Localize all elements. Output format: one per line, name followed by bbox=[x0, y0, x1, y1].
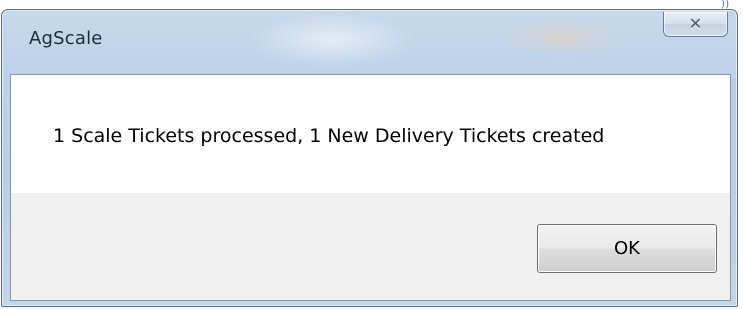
message-text: 1 Scale Tickets processed, 1 New Deliver… bbox=[53, 125, 605, 147]
dialog-client-area: 1 Scale Tickets processed, 1 New Deliver… bbox=[10, 74, 731, 301]
message-dialog: AgScale ✕ 1 Scale Tickets processed, 1 N… bbox=[1, 9, 738, 307]
close-button[interactable]: ✕ bbox=[663, 12, 728, 37]
ok-button[interactable]: OK bbox=[537, 224, 717, 273]
button-area: OK bbox=[11, 193, 730, 300]
screen: )) AgScale ✕ 1 Scale Tickets processed, … bbox=[0, 0, 743, 309]
title-bar[interactable]: AgScale ✕ bbox=[2, 10, 737, 73]
close-icon: ✕ bbox=[688, 14, 703, 33]
window-title: AgScale bbox=[29, 28, 103, 49]
message-area: 1 Scale Tickets processed, 1 New Deliver… bbox=[11, 75, 730, 193]
